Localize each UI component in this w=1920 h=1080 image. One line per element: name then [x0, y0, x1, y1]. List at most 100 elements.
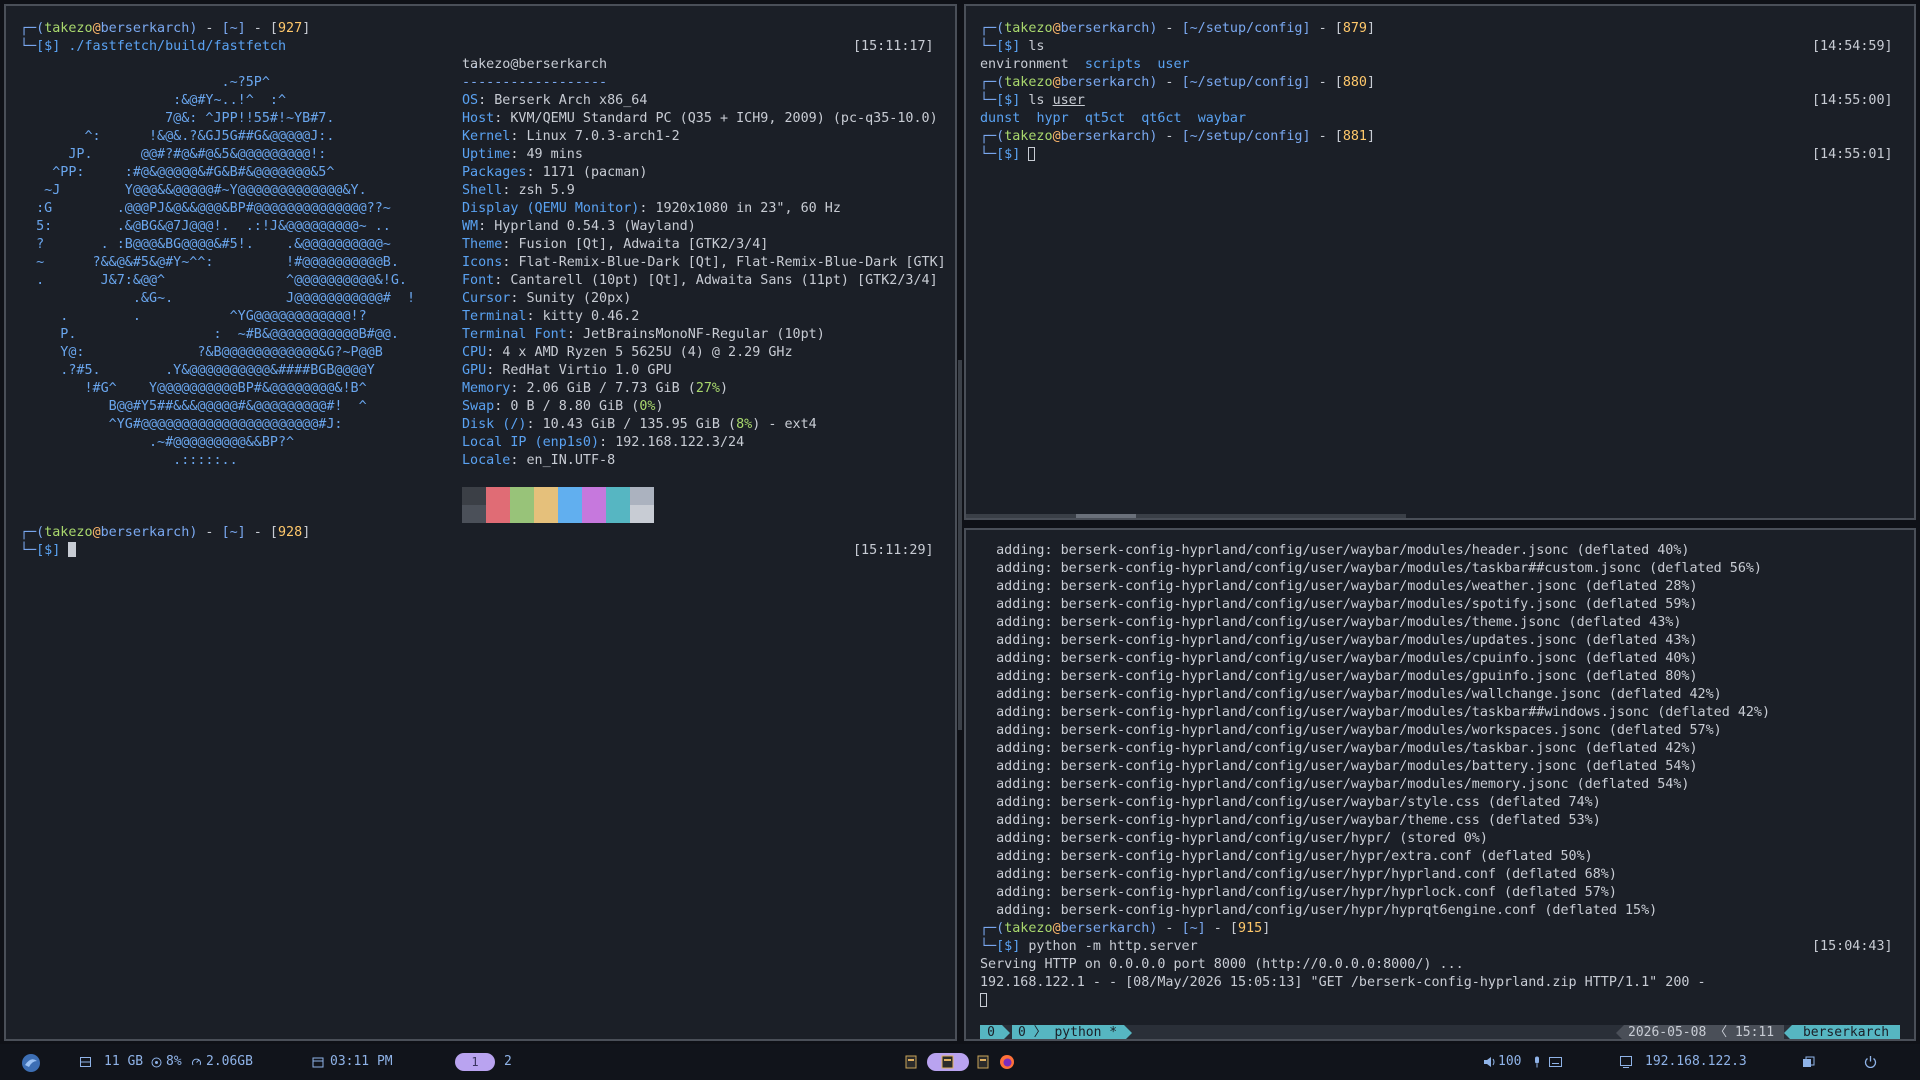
info-row: Cursor: Sunity (20px)	[462, 291, 632, 306]
tmux-datetime: 2026-05-08 〈 15:11	[1624, 1025, 1784, 1039]
keyboard-icon[interactable]	[1549, 1057, 1562, 1067]
cpu-usage[interactable]: 8%	[166, 1044, 182, 1080]
prompt-line: ┌─(takezo@berserkarch) - [~] - [928]	[20, 525, 311, 540]
workspace-2-button[interactable]: 2	[504, 1044, 512, 1080]
scrollbar-thumb[interactable]	[1076, 514, 1136, 518]
ascii-logo-line: P. : ~#B&@@@@@@@@@@@B#@@.	[20, 327, 399, 342]
terminal-left[interactable]: ┌─(takezo@berserkarch) - [~] - [927] └─[…	[4, 4, 957, 1041]
ip-address[interactable]: 192.168.122.3	[1645, 1044, 1747, 1080]
zip-output-line: adding: berserk-config-hyprland/config/u…	[980, 813, 1601, 828]
clipboard-icon[interactable]	[1802, 1056, 1815, 1068]
zip-output-line: adding: berserk-config-hyprland/config/u…	[980, 561, 1762, 576]
microphone-icon[interactable]	[1533, 1056, 1541, 1068]
info-row: Theme: Fusion [Qt], Adwaita [GTK2/3/4]	[462, 237, 769, 252]
horizontal-scrollbar[interactable]	[966, 514, 1406, 518]
palette-swatch	[510, 487, 534, 523]
ascii-logo-line: . J&7:&@@^ ^@@@@@@@@@@&!G.	[20, 273, 407, 288]
info-value: Hyprland 0.54.3 (Wayland)	[494, 219, 696, 234]
info-value: 49 mins	[526, 147, 583, 162]
ascii-logo-line: ? . :B@@@&BG@@@@&#5!. .&@@@@@@@@@@~	[20, 237, 391, 252]
info-title: takezo@berserkarch	[462, 57, 608, 72]
info-value: Sunity (20px)	[526, 291, 632, 306]
terminal-bottom-right[interactable]: adding: berserk-config-hyprland/config/u…	[964, 528, 1916, 1041]
power-icon[interactable]	[1864, 1055, 1877, 1068]
info-row: Icons: Flat-Remix-Blue-Dark [Qt], Flat-R…	[462, 255, 946, 270]
zip-output-line: adding: berserk-config-hyprland/config/u…	[980, 903, 1658, 918]
zip-output-line: adding: berserk-config-hyprland/config/u…	[980, 867, 1617, 882]
info-percent: 27%	[695, 381, 720, 396]
info-value: RedHat Virtio 1.0 GPU	[502, 363, 672, 378]
ascii-logo-line: .~#@@@@@@@@@&&BP?^	[20, 435, 295, 450]
tmux-session: 0	[980, 1025, 1002, 1039]
info-key: Memory	[462, 381, 511, 396]
command-line[interactable]: └─[$]	[20, 542, 77, 560]
terminal-cursor	[1028, 147, 1036, 161]
info-key: Font	[462, 273, 495, 288]
zip-output-line: adding: berserk-config-hyprland/config/u…	[980, 687, 1722, 702]
palette-swatch	[534, 487, 558, 523]
timestamp: [15:04:43]	[1812, 939, 1893, 954]
app-launcher-icon[interactable]	[20, 1052, 42, 1074]
kitty-app-icon[interactable]	[977, 1055, 989, 1069]
zip-output-line: adding: berserk-config-hyprland/config/u…	[980, 759, 1698, 774]
info-row: Host: KVM/QEMU Standard PC (Q35 + ICH9, …	[462, 111, 938, 126]
memory-usage[interactable]: 11 GB	[104, 1044, 143, 1080]
palette-swatch	[486, 487, 510, 523]
volume-level[interactable]: 100	[1498, 1044, 1521, 1080]
clock[interactable]: 03:11 PM	[330, 1044, 393, 1080]
info-key: Theme	[462, 237, 503, 252]
info-row: Kernel: Linux 7.0.3-arch1-2	[462, 129, 680, 144]
ascii-logo-line: ~J Y@@@&&@@@@@#~Y@@@@@@@@@@@@@&Y.	[20, 183, 367, 198]
info-key: Shell	[462, 183, 503, 198]
kitty-app-icon[interactable]	[905, 1055, 917, 1069]
info-key: WM	[462, 219, 479, 234]
command-line[interactable]: └─[$]	[980, 146, 1036, 164]
prompt-line: ┌─(takezo@berserkarch) - [~] - [915]	[980, 921, 1271, 936]
prompt-line: ┌─(takezo@berserkarch) - [~/setup/config…	[980, 21, 1376, 36]
split-divider[interactable]	[958, 360, 962, 730]
zip-output-line: adding: berserk-config-hyprland/config/u…	[980, 705, 1771, 720]
tmux-window[interactable]: 0 〉 python *	[1012, 1025, 1124, 1039]
info-row: CPU: 4 x AMD Ryzen 5 5625U (4) @ 2.29 GH…	[462, 345, 793, 360]
info-value: Linux 7.0.3-arch1-2	[526, 129, 680, 144]
info-key: Local IP (enp1s0)	[462, 435, 600, 450]
info-percent: 8%	[736, 417, 753, 432]
ascii-logo-line: . . ^YG@@@@@@@@@@@@!?	[20, 309, 367, 324]
info-key: Kernel	[462, 129, 511, 144]
ascii-logo-line: .~?5P^	[20, 75, 270, 90]
server-output: Serving HTTP on 0.0.0.0 port 8000 (http:…	[980, 957, 1464, 972]
terminal-cursor	[68, 542, 77, 557]
info-value: Fusion [Qt], Adwaita [GTK2/3/4]	[518, 237, 769, 252]
swap-usage[interactable]: 2.06GB	[206, 1044, 253, 1080]
info-key: Terminal Font	[462, 327, 567, 342]
info-key: Disk (/)	[462, 417, 527, 432]
firefox-icon[interactable]	[999, 1054, 1015, 1070]
cpu-icon	[151, 1057, 162, 1068]
info-row: Memory: 2.06 GiB / 7.73 GiB (27%)	[462, 381, 729, 396]
ascii-logo-line: .?#5. .Y&@@@@@@@@@@&####BGB@@@@Y	[20, 363, 375, 378]
ascii-logo-line: ^YG#@@@@@@@@@@@@@@@@@@@@@@#J:	[20, 417, 343, 432]
info-value: Berserk Arch x86_64	[494, 93, 648, 108]
command-line: └─[$] python -m http.server	[980, 939, 1198, 954]
zip-output-line: adding: berserk-config-hyprland/config/u…	[980, 633, 1698, 648]
info-row: Font: Cantarell (10pt) [Qt], Adwaita San…	[462, 273, 938, 288]
zip-output-line: adding: berserk-config-hyprland/config/u…	[980, 579, 1698, 594]
ascii-logo-line: 7@&: ^JPP!!55#!~YB#7.	[20, 111, 335, 126]
terminal-top-right[interactable]: ┌─(takezo@berserkarch) - [~/setup/config…	[964, 4, 1916, 520]
info-row: GPU: RedHat Virtio 1.0 GPU	[462, 363, 672, 378]
info-key: Swap	[462, 399, 495, 414]
zip-output-line: adding: berserk-config-hyprland/config/u…	[980, 651, 1698, 666]
info-row: Shell: zsh 5.9	[462, 183, 575, 198]
info-key: Locale	[462, 453, 511, 468]
ascii-logo-line: .:::::..	[20, 453, 238, 468]
ascii-logo-line: !#G^ Y@@@@@@@@@@BP#&@@@@@@@@&!B^	[20, 381, 367, 396]
info-key: Icons	[462, 255, 503, 270]
info-row: WM: Hyprland 0.54.3 (Wayland)	[462, 219, 696, 234]
command-line: └─[$] ls	[980, 39, 1045, 54]
ls-output: environment scripts user	[980, 57, 1190, 72]
calendar-icon	[312, 1057, 324, 1068]
volume-icon[interactable]	[1483, 1056, 1496, 1068]
info-key: Display (QEMU Monitor)	[462, 201, 640, 216]
info-row: Locale: en_IN.UTF-8	[462, 453, 616, 468]
prompt-line: ┌─(takezo@berserkarch) - [~/setup/config…	[980, 129, 1376, 144]
